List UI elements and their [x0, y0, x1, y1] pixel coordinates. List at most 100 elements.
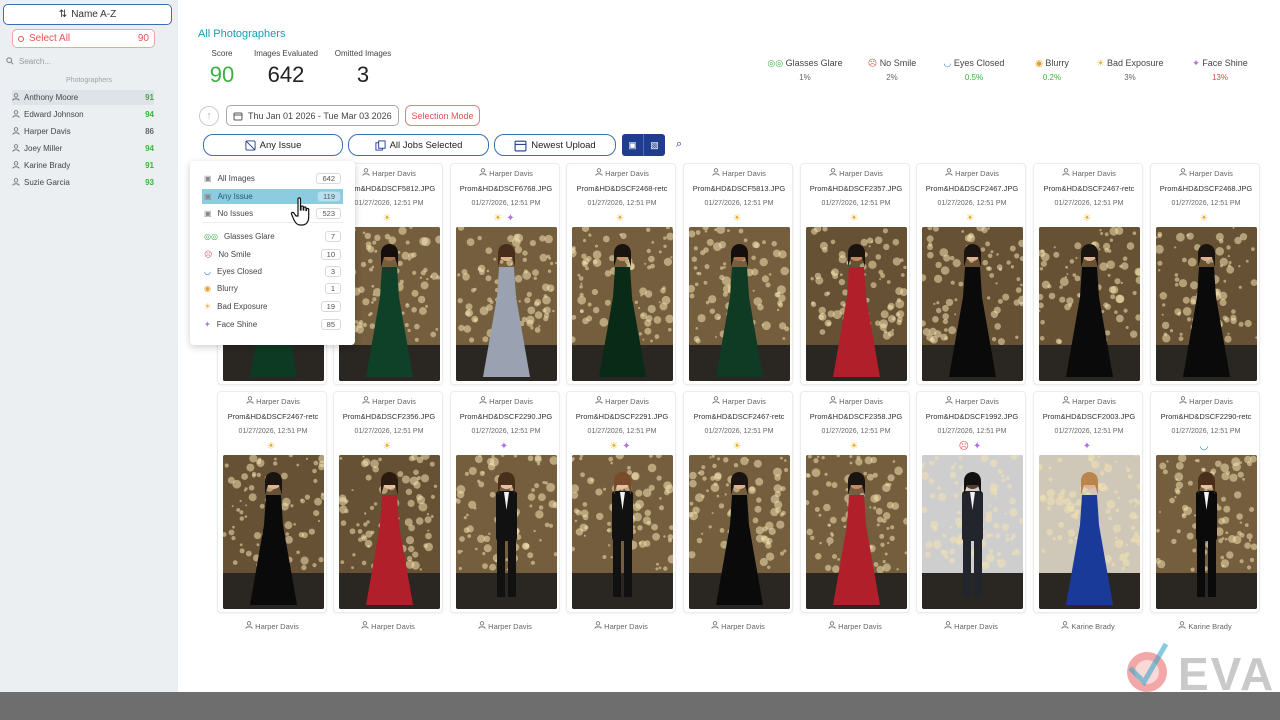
photo-thumbnail[interactable] [689, 227, 790, 381]
photo-thumbnail[interactable] [922, 227, 1023, 381]
card-date: 01/27/2026, 12:51 PM [937, 428, 1007, 435]
photo-card[interactable]: Harper Davis Prom&HD&DSCF2467-retc 01/27/2… [217, 391, 327, 613]
dropdown-item[interactable]: ▣ No Issues 523 [202, 206, 343, 221]
card-photographer-name: Harper Davis [256, 397, 300, 406]
issue-stat-label: Blurry [1045, 58, 1069, 68]
photo-thumbnail[interactable] [1039, 227, 1140, 381]
photo-thumbnail[interactable] [572, 227, 673, 381]
issue-icon: ☀ [965, 213, 979, 224]
dropdown-item-count: 7 [324, 231, 341, 242]
card-issue-icons: ☀ [1034, 213, 1144, 224]
photo-card[interactable]: Harper Davis Prom&HD&DSCF2468-retc 01/27/2… [566, 163, 676, 385]
photo-card[interactable]: Harper Davis Prom&HD&DSCF2356.JPG 01/27/20… [333, 391, 443, 613]
newest-upload-button[interactable]: Newest Upload [494, 134, 616, 156]
select-all-button[interactable]: Select All 90 [12, 29, 155, 48]
photographer-item[interactable]: Anthony Moore 91 [12, 90, 154, 105]
photo-card[interactable]: Harper Davis Prom&HD&DSCF2290-retc 01/27/2… [1150, 391, 1260, 613]
photo-card[interactable]: Harper Davis Prom&HD&DSCF2358.JPG 01/27/20… [800, 391, 910, 613]
card-photographer: Harper Davis [917, 168, 1027, 178]
photographer-name: Joey Miller [24, 144, 63, 153]
photo-thumbnail[interactable] [223, 455, 324, 609]
photo-card[interactable]: Harper Davis Prom&HD&DSCF2467-retc 01/27/2… [1033, 163, 1143, 385]
user-icon [362, 168, 372, 178]
photo-card[interactable]: Harper Davis Prom&HD&DSCF5813.JPG 01/27/20… [683, 163, 793, 385]
card-filename: Prom&HD&DSCF2467-retc [693, 412, 785, 421]
view-toggle[interactable]: ▣ ▧ [622, 134, 665, 156]
all-jobs-button[interactable]: All Jobs Selected [348, 134, 489, 156]
photo-thumbnail[interactable] [1039, 455, 1140, 609]
issue-icon: ☀ [732, 213, 746, 224]
sort-button[interactable]: ⇅ Name A-Z [3, 4, 172, 25]
dropdown-item[interactable]: ☹ No Smile 10 [202, 247, 343, 262]
dropdown-item[interactable]: ◡ Eyes Closed 3 [202, 264, 343, 279]
photo-card[interactable]: Harper Davis Prom&HD&DSCF2357.JPG 01/27/20… [800, 163, 910, 385]
card-photographer-name: Harper Davis [839, 397, 883, 406]
photographer-item[interactable]: Edward Johnson 94 [12, 107, 154, 122]
dropdown-item[interactable]: ✦ Face Shine 85 [202, 317, 343, 332]
user-icon [12, 92, 20, 103]
photo-card[interactable]: Harper Davis Prom&HD&DSCF2003.JPG 01/27/20… [1033, 391, 1143, 613]
card-photographer-name: Harper Davis [721, 622, 765, 631]
photo-thumbnail[interactable] [572, 455, 673, 609]
user-icon [245, 621, 255, 631]
selection-mode-button[interactable]: Selection Mode [405, 105, 480, 126]
photographer-item[interactable]: Suzie Garcia 93 [12, 175, 154, 190]
photo-thumbnail[interactable] [456, 455, 557, 609]
photo-card[interactable]: Harper Davis Prom&HD&DSCF2290.JPG 01/27/20… [450, 391, 560, 613]
grid-view-icon[interactable]: ▣ [622, 134, 644, 156]
issue-stat-label: Eyes Closed [953, 58, 1005, 68]
list-view-icon[interactable]: ▧ [644, 134, 665, 156]
photo-thumbnail[interactable] [922, 455, 1023, 609]
user-icon [479, 168, 489, 178]
photographers-heading: Photographers [66, 77, 112, 84]
photo-thumbnail[interactable] [1156, 227, 1257, 381]
card-date: 01/27/2026, 12:51 PM [354, 428, 424, 435]
photographer-score: 86 [145, 127, 154, 136]
dropdown-item[interactable]: ◉ Blurry 1 [202, 281, 343, 296]
dropdown-item-count: 1 [324, 283, 341, 294]
card-date: 01/27/2026, 12:51 PM [1054, 200, 1124, 207]
date-range-picker[interactable]: Thu Jan 01 2026 - Tue Mar 03 2026 [226, 105, 399, 126]
card-photographer-name: Harper Davis [722, 169, 766, 178]
photo-card[interactable]: Harper Davis Prom&HD&DSCF2467-retc 01/27/2… [683, 391, 793, 613]
photographer-score: 94 [145, 144, 154, 153]
search-input[interactable]: Search... [6, 54, 172, 68]
issue-stat-header: ◉ Blurry [1030, 58, 1074, 69]
photo-thumbnail[interactable] [806, 227, 907, 381]
score-value: 90 [209, 62, 235, 87]
any-issue-filter-button[interactable]: Any Issue [203, 134, 343, 156]
zoom-search-icon[interactable]: ⌕ [676, 138, 682, 151]
user-icon [1178, 621, 1188, 631]
dropdown-item[interactable]: ▣ All Images 642 [202, 171, 343, 186]
card-filename: Prom&HD&DSCF5813.JPG [692, 184, 786, 193]
photographer-item[interactable]: Joey Miller 94 [12, 141, 154, 156]
photo-card[interactable]: Harper Davis Prom&HD&DSCF6768.JPG 01/27/20… [450, 163, 560, 385]
photographer-item[interactable]: Harper Davis 86 [12, 124, 154, 139]
card-issue-icons: ◡ [1151, 441, 1261, 452]
photo-card[interactable]: Harper Davis Prom&HD&DSCF2468.JPG 01/27/20… [1150, 163, 1260, 385]
card-filename: Prom&HD&DSCF2468.JPG [1159, 184, 1253, 193]
issue-stat-header: ◡ Eyes Closed [940, 58, 1008, 69]
card-filename: Prom&HD&DSCF6768.JPG [459, 184, 553, 193]
scroll-up-button[interactable]: ↑ [199, 106, 219, 126]
card-photographer: Harper Davis [333, 621, 443, 631]
user-icon [594, 621, 604, 631]
select-all-count: 90 [137, 33, 149, 44]
dropdown-item[interactable]: ▣ Any Issue 119 [202, 189, 343, 204]
photo-card[interactable]: Harper Davis Prom&HD&DSCF2291.JPG 01/27/20… [566, 391, 676, 613]
photo-thumbnail[interactable] [806, 455, 907, 609]
photo-card[interactable]: Harper Davis Prom&HD&DSCF2467.JPG 01/27/20… [916, 163, 1026, 385]
dropdown-item[interactable]: ◎◎ Glasses Glare 7 [202, 229, 343, 244]
card-issue-icons: ☹✦ [917, 441, 1027, 452]
photo-thumbnail[interactable] [456, 227, 557, 381]
dropdown-item[interactable]: ☀ Bad Exposure 19 [202, 299, 343, 314]
photographer-name: Anthony Moore [24, 93, 79, 102]
photo-thumbnail[interactable] [689, 455, 790, 609]
photographer-item[interactable]: Karine Brady 91 [12, 158, 154, 173]
photo-card[interactable]: Harper Davis Prom&HD&DSCF1992.JPG 01/27/20… [916, 391, 1026, 613]
photo-thumbnail[interactable] [1156, 455, 1257, 609]
issue-stat-blurry: ◉ Blurry 0.2% [1030, 58, 1074, 82]
photo-thumbnail[interactable] [339, 455, 440, 609]
card-issue-icons: ☀ [684, 441, 794, 452]
card-filename: Prom&HD&DSCF2291.JPG [575, 412, 669, 421]
